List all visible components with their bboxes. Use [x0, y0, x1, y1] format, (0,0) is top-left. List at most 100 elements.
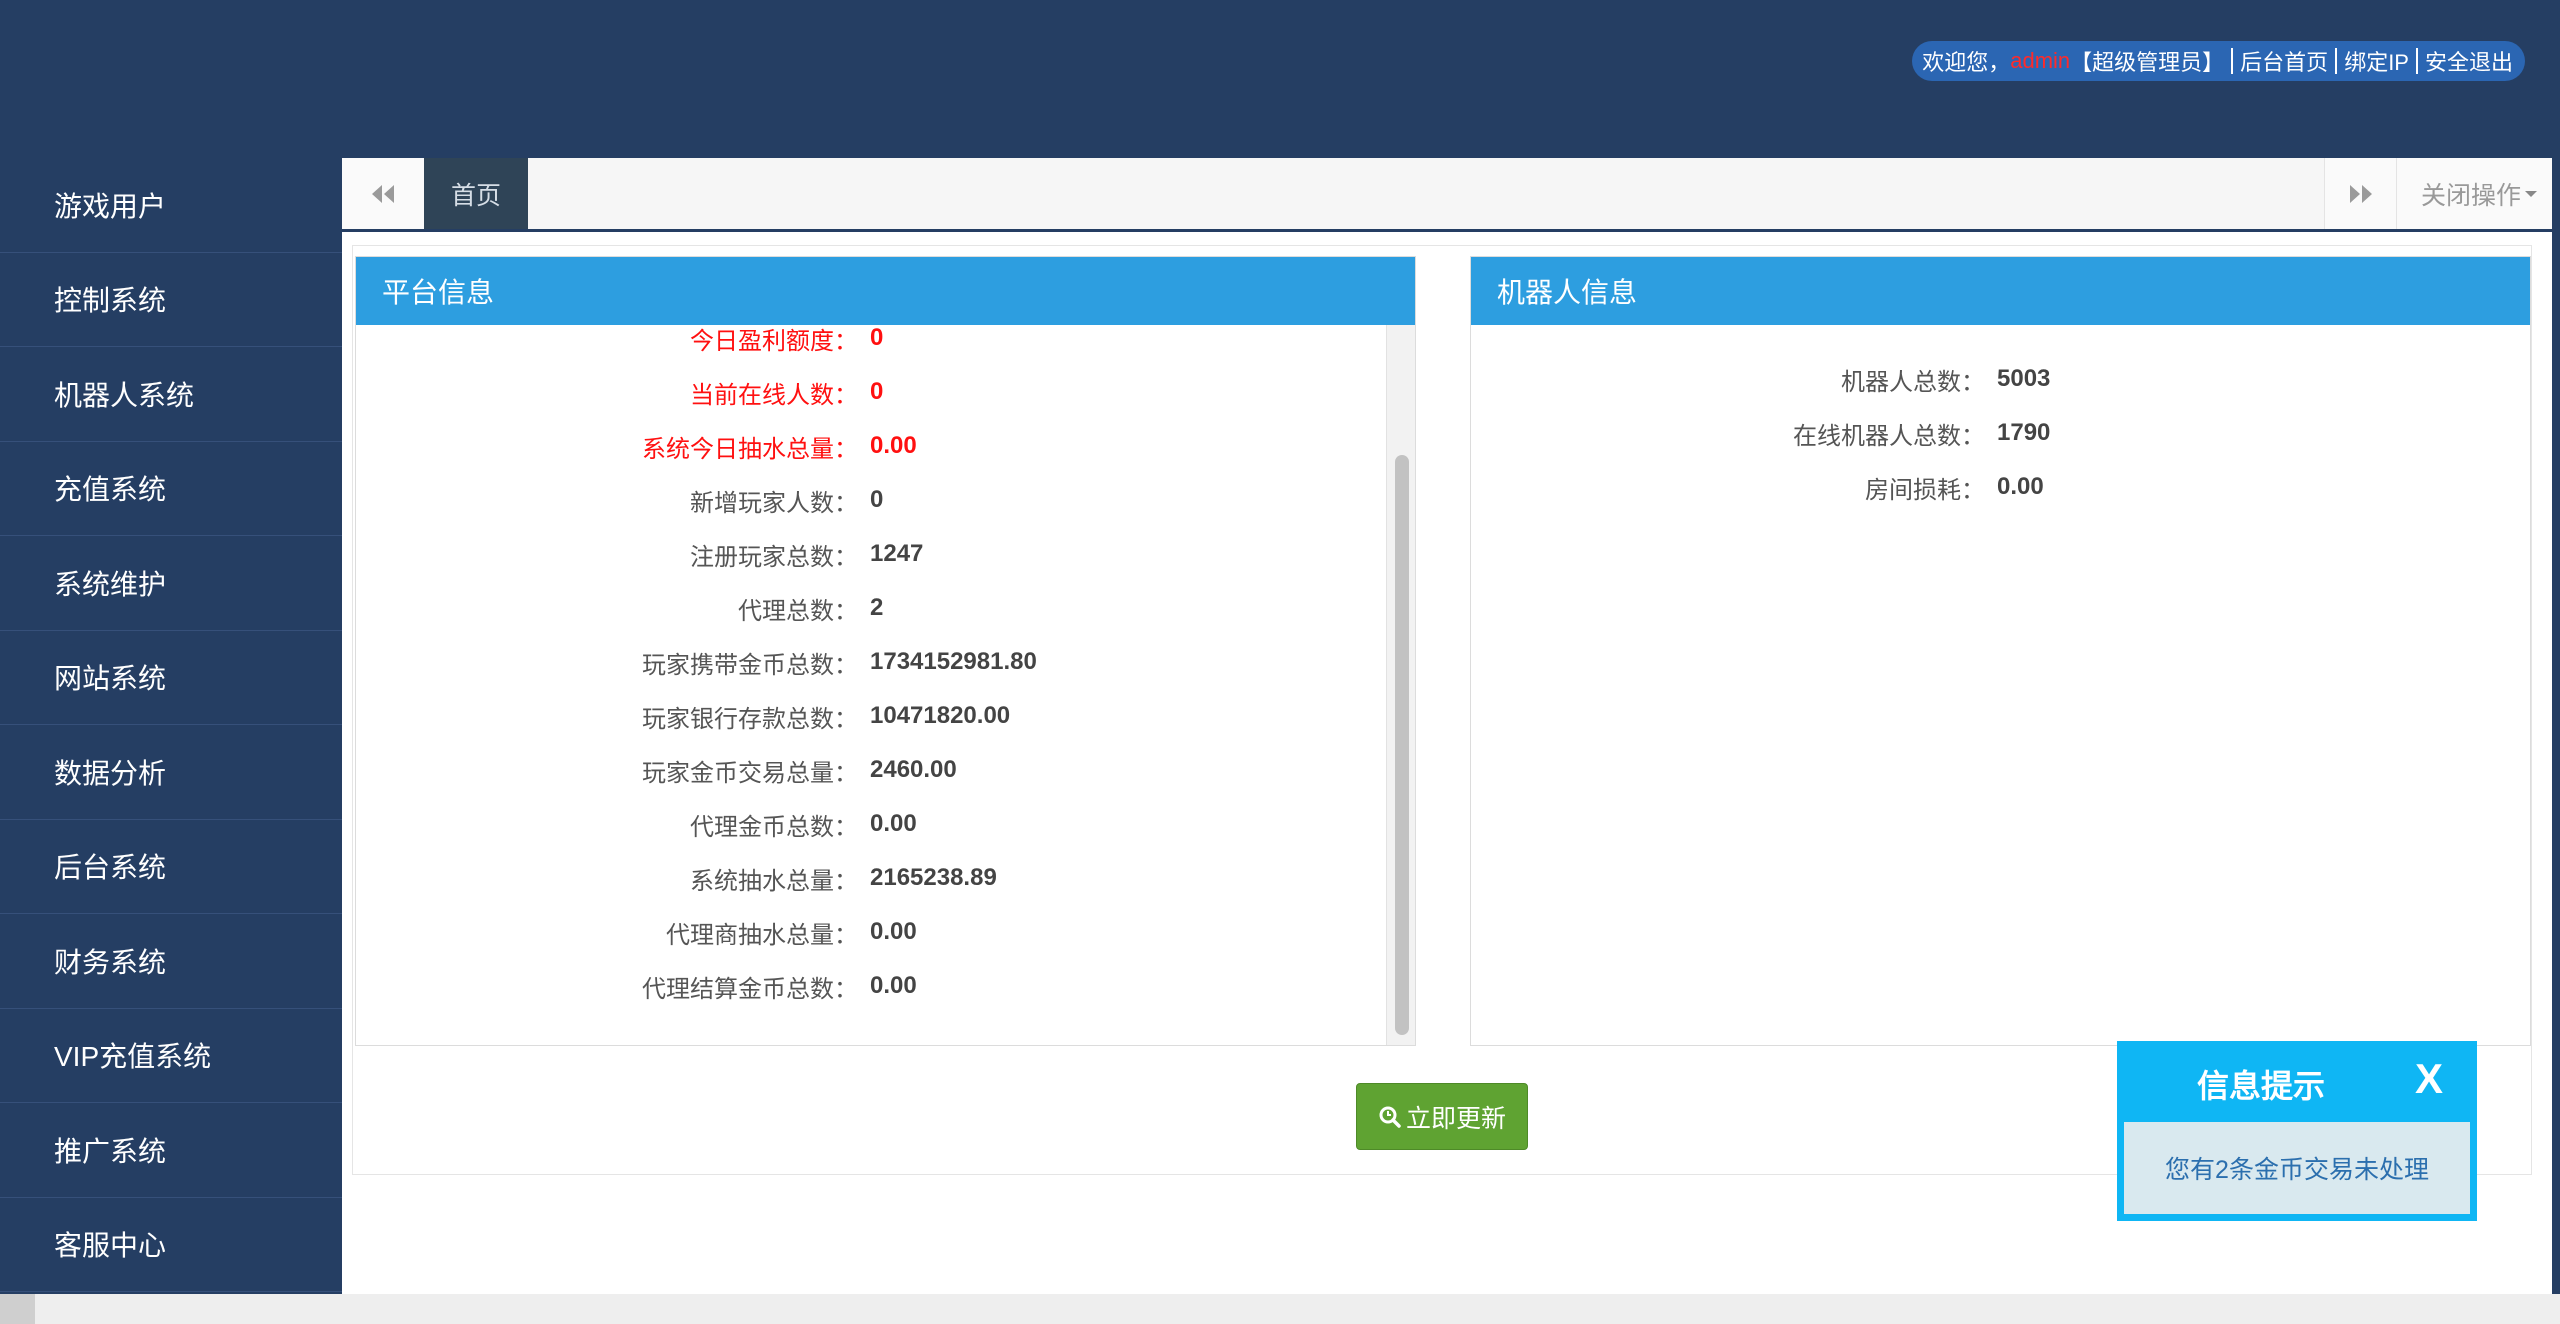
sidebar-item-label: 财务系统 — [54, 946, 167, 978]
stat-value: 1790 — [1997, 419, 2051, 446]
stat-value: 2 — [870, 594, 884, 621]
caret-down-icon — [2525, 190, 2537, 197]
horizontal-scrollbar[interactable] — [0, 1294, 2560, 1324]
update-now-button[interactable]: 立即更新 — [1356, 1083, 1528, 1150]
sidebar-item-promotion[interactable]: 推广系统 — [0, 1103, 342, 1198]
stat-value: 0 — [870, 325, 884, 351]
platform-stat-row: 代理结算金币总数： 0.00 — [356, 966, 1386, 1006]
notification-title: 信息提示 — [2197, 1068, 2326, 1104]
stat-value: 0.00 — [870, 810, 917, 837]
stat-value: 0.00 — [870, 918, 917, 945]
platform-stat-row: 玩家金币交易总量： 2460.00 — [356, 750, 1386, 790]
stat-label: 玩家携带金币总数： — [642, 651, 858, 679]
sidebar-item-data-analysis[interactable]: 数据分析 — [0, 725, 342, 820]
stat-label: 今日盈利额度： — [690, 327, 858, 355]
stat-value: 5003 — [1997, 365, 2051, 392]
stat-label: 代理金币总数： — [690, 813, 858, 841]
stat-value: 0.00 — [870, 432, 917, 459]
stat-label: 机器人总数： — [1841, 368, 1985, 396]
platform-stat-row: 今日盈利额度： 0 — [356, 325, 1386, 358]
dashboard-content: 平台信息 今日盈利额度： 0 当前在线人数： 0 系统今日抽水总量： 0.00 新增玩家人数… — [352, 245, 2532, 1175]
sidebar-item-label: 机器人系统 — [54, 379, 195, 411]
tab-scroll-left-button[interactable] — [342, 158, 425, 229]
robot-info-body: 机器人总数： 5003 在线机器人总数： 1790 房间损耗： 0.00 — [1471, 325, 2530, 1045]
notification-close-button[interactable]: X — [2415, 1055, 2443, 1103]
sidebar-item-recharge-system[interactable]: 充值系统 — [0, 442, 342, 536]
sidebar-item-label: 数据分析 — [54, 757, 167, 789]
stat-value: 0.00 — [870, 972, 917, 999]
top-header: 欢迎您， admin 【超级管理员】 后台首页 绑定IP 安全退出 — [0, 0, 2560, 158]
divider — [2231, 48, 2234, 74]
stat-value: 0.00 — [1997, 473, 2044, 500]
scrollbar-thumb[interactable] — [1395, 455, 1409, 1035]
panel-title: 平台信息 — [356, 257, 1415, 325]
stat-label: 注册玩家总数： — [690, 543, 858, 571]
welcome-bar: 欢迎您， admin 【超级管理员】 后台首页 绑定IP 安全退出 — [1912, 41, 2525, 81]
notification-message[interactable]: 您有2条金币交易未处理 — [2124, 1122, 2470, 1214]
sidebar-item-maintenance[interactable]: 系统维护 — [0, 536, 342, 631]
stat-value: 2460.00 — [870, 756, 957, 783]
sidebar-item-customer-service[interactable]: 客服中心 — [0, 1198, 342, 1292]
stat-value: 10471820.00 — [870, 702, 1011, 729]
robot-stat-row: 机器人总数： 5003 — [1471, 359, 2530, 399]
divider — [2335, 48, 2338, 74]
sidebar-item-control-system[interactable]: 控制系统 — [0, 253, 342, 347]
stat-value: 1734152981.80 — [870, 648, 1037, 675]
username: admin — [2010, 48, 2071, 73]
notification-popup: 信息提示 X 您有2条金币交易未处理 — [2117, 1041, 2477, 1221]
platform-info-panel: 平台信息 今日盈利额度： 0 当前在线人数： 0 系统今日抽水总量： 0.00 新增玩家人数… — [355, 256, 1416, 1046]
tab-home[interactable]: 首页 — [424, 158, 528, 229]
sidebar-item-label: 后台系统 — [54, 852, 167, 884]
stat-label: 系统抽水总量： — [690, 867, 858, 895]
sidebar-item-website-system[interactable]: 网站系统 — [0, 631, 342, 725]
search-refresh-icon — [1379, 1106, 1401, 1128]
page-edge — [2552, 0, 2560, 1294]
stat-label: 代理总数： — [738, 597, 858, 625]
platform-stat-row: 系统抽水总量： 2165238.89 — [356, 858, 1386, 898]
sidebar-item-backend-system[interactable]: 后台系统 — [0, 820, 342, 914]
double-left-arrow-icon — [372, 184, 394, 203]
sidebar-item-label: 推广系统 — [54, 1135, 167, 1167]
stat-label: 房间损耗： — [1865, 476, 1985, 504]
sidebar: 游戏用户 控制系统 机器人系统 充值系统 系统维护 网站系统 数据分析 后台系统… — [0, 158, 342, 1294]
stat-value: 2165238.89 — [870, 864, 997, 891]
platform-stat-row: 玩家携带金币总数： 1734152981.80 — [356, 642, 1386, 682]
close-operations-dropdown[interactable]: 关闭操作 — [2396, 158, 2560, 229]
update-now-label: 立即更新 — [1405, 1104, 1506, 1133]
platform-stat-row: 代理总数： 2 — [356, 588, 1386, 628]
platform-stat-row: 玩家银行存款总数： 10471820.00 — [356, 696, 1386, 736]
sidebar-item-game-users[interactable]: 游戏用户 — [0, 158, 342, 253]
divider — [2415, 48, 2418, 74]
platform-stat-row: 代理商抽水总量： 0.00 — [356, 912, 1386, 952]
sidebar-item-label: VIP充值系统 — [54, 1041, 212, 1073]
tab-bar: 首页 关闭操作 — [342, 158, 2560, 232]
stat-value: 0 — [870, 378, 884, 405]
stat-value: 1247 — [870, 540, 924, 567]
stat-label: 在线机器人总数： — [1793, 422, 1985, 450]
sidebar-item-finance-system[interactable]: 财务系统 — [0, 914, 342, 1009]
stat-label: 玩家银行存款总数： — [642, 705, 858, 733]
scrollbar-thumb[interactable] — [0, 1294, 35, 1324]
sidebar-item-vip-recharge[interactable]: VIP充值系统 — [0, 1009, 342, 1103]
stat-value: 0 — [870, 486, 884, 513]
sidebar-item-label: 游戏用户 — [54, 190, 167, 222]
logout-link[interactable]: 安全退出 — [2425, 45, 2513, 77]
sidebar-item-label: 系统维护 — [54, 568, 167, 600]
sidebar-item-robot-system[interactable]: 机器人系统 — [0, 347, 342, 442]
tab-scroll-right-button[interactable] — [2324, 158, 2397, 229]
close-operations-label: 关闭操作 — [2420, 181, 2521, 210]
platform-info-body[interactable]: 今日盈利额度： 0 当前在线人数： 0 系统今日抽水总量： 0.00 新增玩家人数： 0 注册玩… — [356, 325, 1415, 1045]
stat-label: 当前在线人数： — [690, 381, 858, 409]
bind-ip-link[interactable]: 绑定IP — [2344, 45, 2409, 77]
platform-stat-row: 系统今日抽水总量： 0.00 — [356, 426, 1386, 466]
panel-scrollbar[interactable] — [1386, 325, 1415, 1045]
panel-title: 机器人信息 — [1471, 257, 2530, 325]
stat-label: 新增玩家人数： — [690, 489, 858, 517]
platform-stat-row: 当前在线人数： 0 — [356, 372, 1386, 412]
double-right-arrow-icon — [2350, 184, 2372, 203]
sidebar-item-label: 控制系统 — [54, 285, 167, 317]
platform-stat-row: 新增玩家人数： 0 — [356, 480, 1386, 520]
admin-home-link[interactable]: 后台首页 — [2240, 45, 2328, 77]
sidebar-item-label: 网站系统 — [54, 663, 167, 695]
robot-info-panel: 机器人信息 机器人总数： 5003 在线机器人总数： 1790 房间损耗： 0.00 — [1470, 256, 2531, 1046]
